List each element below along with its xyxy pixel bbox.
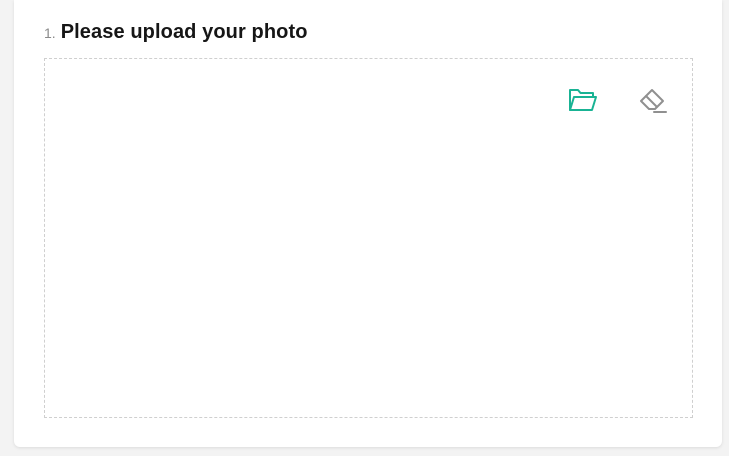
file-upload-dropzone[interactable] <box>44 58 693 418</box>
question-card: 1. Please upload your photo <box>14 0 722 447</box>
clear-button[interactable] <box>636 83 670 117</box>
question-title: 1. Please upload your photo <box>44 21 308 45</box>
choose-file-button[interactable] <box>566 83 600 117</box>
folder-open-icon <box>568 87 598 113</box>
question-number: 1. <box>44 25 56 41</box>
question-text: Please upload your photo <box>60 21 308 43</box>
eraser-icon <box>638 86 668 114</box>
